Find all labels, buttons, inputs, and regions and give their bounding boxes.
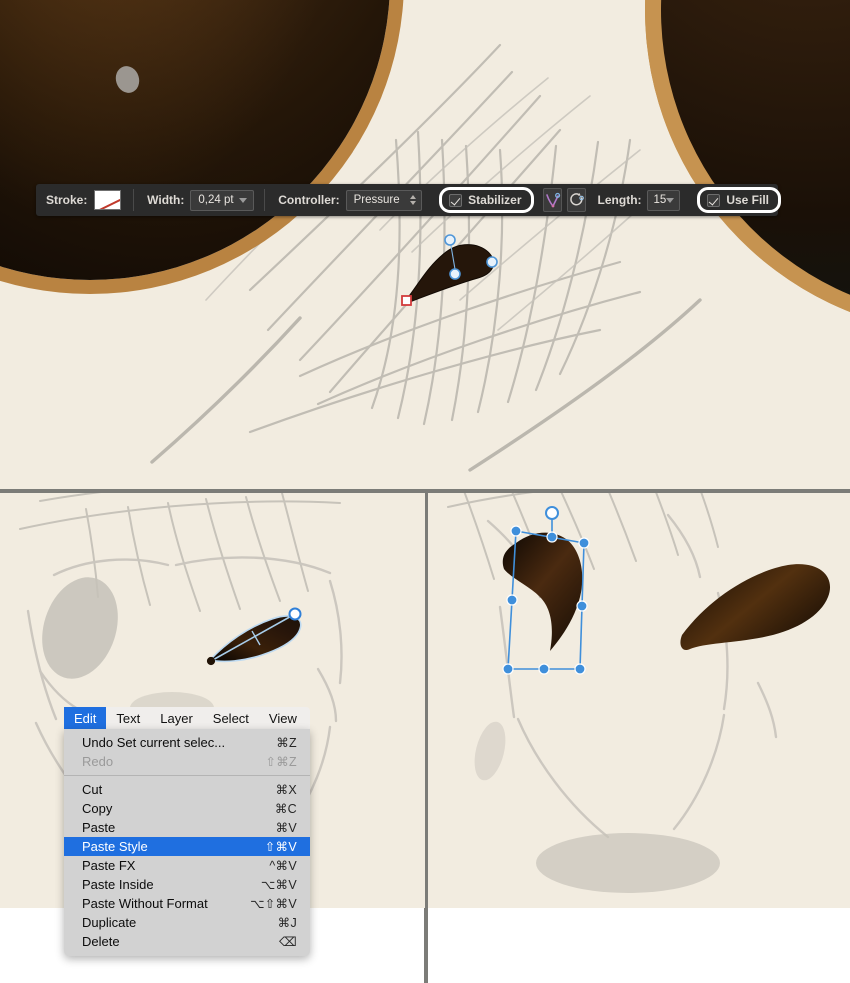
controller-value: Pressure — [353, 194, 400, 206]
chevron-down-icon[interactable] — [238, 197, 247, 203]
menubar-item-label: Layer — [160, 710, 193, 726]
menu-item-redo: Redo ⇧⌘Z — [64, 752, 310, 771]
app-root: Stroke: Width: 0,24 pt Controller: Press… — [0, 0, 850, 983]
toolbar-separator — [132, 189, 134, 211]
menu-item-label: Paste Inside — [82, 877, 154, 892]
menu-item-label: Paste Style — [82, 839, 148, 854]
menubar-item-label: Text — [116, 710, 141, 726]
menu-item-shortcut: ⇧⌘V — [264, 840, 297, 854]
menu-item-shortcut: ⌘J — [277, 916, 297, 930]
no-stroke-swatch[interactable] — [94, 190, 121, 210]
width-input[interactable]: 0,24 pt — [190, 189, 254, 211]
stroke-label: Stroke: — [46, 193, 88, 207]
menu-item-label: Paste Without Format — [82, 896, 208, 911]
length-label: Length: — [597, 193, 642, 207]
menu-item-shortcut: ⌘V — [275, 821, 297, 835]
smooth-rotate-icon[interactable] — [566, 188, 586, 212]
menu-item-delete[interactable]: Delete ⌫ — [64, 932, 310, 951]
menu-separator — [64, 775, 310, 776]
menubar-item-select[interactable]: Select — [203, 707, 259, 729]
menu-item-paste[interactable]: Paste ⌘V — [64, 818, 310, 837]
controller-select[interactable]: Pressure — [345, 189, 423, 211]
menu-item-label: Redo — [82, 754, 114, 769]
toolbar-separator — [263, 189, 265, 211]
menu-item-label: Undo Set current selec... — [82, 735, 226, 750]
length-control[interactable]: Length: 15 — [597, 189, 685, 211]
stabilizer-label: Stabilizer — [468, 193, 522, 207]
menu-item-paste-inside[interactable]: Paste Inside ⌥⌘V — [64, 875, 310, 894]
menu-item-label: Delete — [82, 934, 120, 949]
stabilizer-checkbox[interactable] — [449, 193, 463, 207]
canvas-panel-bottom-right[interactable] — [428, 493, 850, 908]
menubar-item-layer[interactable]: Layer — [150, 707, 203, 729]
menubar-item-label: View — [268, 710, 297, 726]
menu-item-shortcut: ⌥⌘V — [260, 878, 297, 892]
menu-item-shortcut: ^⌘V — [269, 859, 297, 873]
menubar-item-edit[interactable]: Edit — [64, 707, 107, 729]
path-end-handle — [288, 607, 302, 621]
selected-brush-stroke-shape[interactable] — [0, 0, 850, 490]
vector-path-icon[interactable] — [542, 188, 562, 212]
menu-item-shortcut: ⌘C — [274, 802, 297, 816]
menu-item-label: Paste — [82, 820, 116, 835]
menubar-item-label: Select — [212, 710, 249, 726]
menu-item-shortcut: ⌘X — [275, 783, 297, 797]
menubar-item-view[interactable]: View — [259, 707, 307, 729]
path-start-handle — [206, 656, 216, 666]
menu-item-paste-fx[interactable]: Paste FX ^⌘V — [64, 856, 310, 875]
menu-item-duplicate[interactable]: Duplicate ⌘J — [64, 913, 310, 932]
menu-item-label: Cut — [82, 782, 103, 797]
stepper-arrows-icon[interactable] — [410, 195, 417, 205]
menu-item-label: Copy — [82, 801, 113, 816]
anchor-handle — [486, 256, 498, 268]
anchor-handle — [449, 268, 461, 280]
edit-menu-dropdown[interactable]: Undo Set current selec... ⌘Z Redo ⇧⌘Z Cut ⌘X C… — [64, 729, 310, 956]
menu-item-shortcut: ⌥⇧⌘V — [250, 897, 297, 911]
menu-item-paste-style[interactable]: Paste Style ⇧⌘V — [64, 837, 310, 856]
width-label: Width: — [147, 193, 185, 207]
use-fill-checkbox[interactable] — [707, 193, 721, 207]
canvas-panel-top[interactable] — [0, 0, 850, 490]
menu-item-label: Duplicate — [82, 915, 137, 930]
length-value: 15 — [653, 194, 667, 206]
menubar-item-label: Edit — [74, 710, 97, 726]
chevron-down-icon[interactable] — [666, 197, 675, 203]
active-anchor-red — [401, 295, 412, 306]
controller-label: Controller: — [278, 193, 340, 207]
use-fill-checkbox-group[interactable]: Use Fill — [697, 187, 782, 213]
length-input[interactable]: 15 — [646, 189, 681, 211]
menubar-item-text[interactable]: Text — [106, 707, 150, 729]
menu-item-shortcut: ⌫ — [279, 935, 297, 949]
menu-item-label: Paste FX — [82, 858, 136, 873]
anchor-handle — [444, 234, 456, 246]
menu-item-undo-set-current-selec[interactable]: Undo Set current selec... ⌘Z — [64, 733, 310, 752]
menu-item-shortcut: ⇧⌘Z — [265, 755, 297, 769]
menu-item-copy[interactable]: Copy ⌘C — [64, 799, 310, 818]
brush-options-toolbar[interactable]: Stroke: Width: 0,24 pt Controller: Press… — [36, 184, 782, 216]
menu-item-cut[interactable]: Cut ⌘X — [64, 780, 310, 799]
menu-item-shortcut: ⌘Z — [276, 736, 297, 750]
menu-item-paste-without-format[interactable]: Paste Without Format ⌥⇧⌘V — [64, 894, 310, 913]
use-fill-label: Use Fill — [726, 193, 770, 207]
width-value: 0,24 pt — [198, 194, 234, 206]
stabilizer-checkbox-group[interactable]: Stabilizer — [439, 187, 534, 213]
menubar[interactable]: Edit Text Layer Select View — [64, 707, 310, 729]
eyebrow-unselected[interactable] — [428, 493, 850, 908]
